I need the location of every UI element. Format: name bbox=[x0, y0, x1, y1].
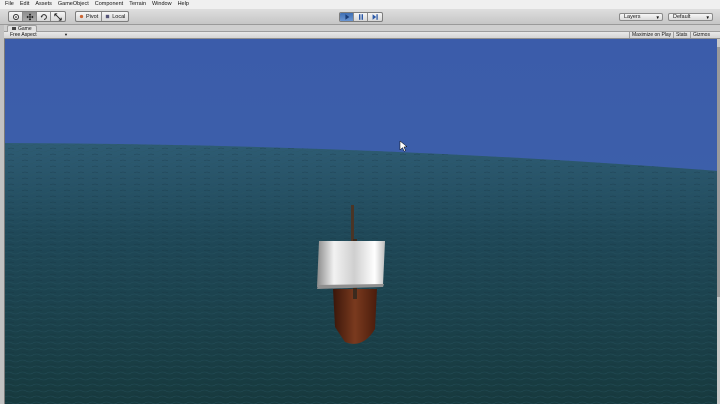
pivot-icon bbox=[79, 14, 84, 19]
chevron-down-icon: ▼ bbox=[64, 32, 68, 37]
chevron-down-icon: ▼ bbox=[705, 15, 710, 20]
rotate-tool-button[interactable] bbox=[37, 12, 51, 21]
chevron-down-icon: ▼ bbox=[655, 15, 660, 20]
step-button[interactable] bbox=[368, 13, 382, 21]
game-scene bbox=[5, 39, 717, 404]
pivot-button[interactable]: Pivot bbox=[76, 12, 103, 21]
menu-bar: File Edit Assets GameObject Component Te… bbox=[0, 0, 720, 9]
hand-icon bbox=[12, 13, 19, 20]
pivot-label: Pivot bbox=[86, 13, 99, 20]
game-tab-strip: Game bbox=[4, 25, 720, 32]
menu-help[interactable]: Help bbox=[178, 0, 189, 9]
rotate-icon bbox=[40, 13, 47, 20]
stats-button[interactable]: Stats bbox=[673, 32, 689, 38]
scale-tool-button[interactable] bbox=[51, 12, 65, 21]
local-button[interactable]: Local bbox=[102, 12, 128, 21]
pause-button[interactable] bbox=[354, 13, 368, 21]
play-icon bbox=[344, 14, 349, 20]
pause-icon bbox=[358, 14, 363, 20]
menu-gameobject[interactable]: GameObject bbox=[58, 0, 89, 9]
aspect-dropdown[interactable]: Free Aspect ▼ bbox=[10, 32, 68, 38]
scale-icon bbox=[54, 12, 62, 21]
move-icon bbox=[25, 12, 34, 21]
menu-component[interactable]: Component bbox=[95, 0, 123, 9]
menu-assets[interactable]: Assets bbox=[35, 0, 52, 9]
tab-game[interactable]: Game bbox=[7, 25, 37, 32]
gizmos-button[interactable]: Gizmos bbox=[690, 32, 712, 38]
menu-file[interactable]: File bbox=[5, 0, 14, 9]
game-view-header: Free Aspect ▼ Maximize on Play Stats Giz… bbox=[4, 32, 720, 39]
step-icon bbox=[372, 14, 378, 20]
layout-dropdown[interactable]: Default ▼ bbox=[668, 13, 713, 21]
aspect-label: Free Aspect bbox=[10, 32, 37, 38]
maximize-on-play-button[interactable]: Maximize on Play bbox=[629, 32, 673, 38]
play-button[interactable] bbox=[340, 13, 354, 21]
layers-label: Layers bbox=[624, 14, 641, 20]
menu-edit[interactable]: Edit bbox=[20, 0, 29, 9]
toolbar: Pivot Local Layers ▼ Default ▼ bbox=[0, 9, 720, 25]
transform-tools bbox=[8, 11, 66, 22]
menu-terrain[interactable]: Terrain bbox=[129, 0, 146, 9]
local-label: Local bbox=[112, 13, 126, 20]
hand-tool-button[interactable] bbox=[9, 12, 23, 21]
play-controls bbox=[339, 12, 383, 22]
game-viewport[interactable] bbox=[4, 39, 717, 404]
layout-label: Default bbox=[673, 14, 691, 20]
game-view-icon bbox=[12, 27, 16, 30]
pivot-local-group: Pivot Local bbox=[75, 11, 130, 22]
local-icon bbox=[106, 14, 110, 19]
layers-dropdown[interactable]: Layers ▼ bbox=[619, 13, 663, 21]
menu-window[interactable]: Window bbox=[152, 0, 172, 9]
move-tool-button[interactable] bbox=[23, 12, 37, 21]
